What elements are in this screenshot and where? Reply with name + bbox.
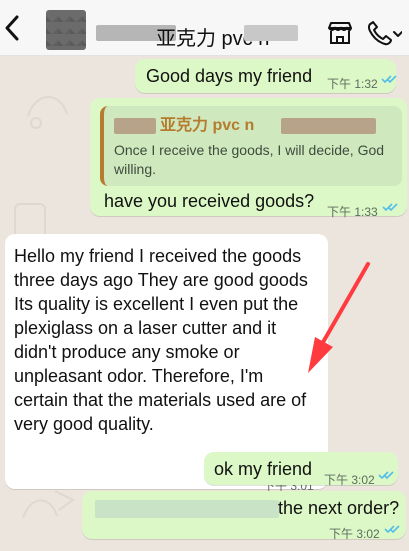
message-time: 下午 1:32 — [327, 77, 378, 91]
message-line: unpleasant odor. Therefore, I'm — [14, 366, 264, 386]
message-text: the next order? — [278, 498, 400, 518]
message-line: plexiglass on a laser cutter and it — [14, 318, 277, 338]
back-button[interactable] — [0, 10, 24, 46]
message-line: three days ago They are good goods — [14, 270, 308, 290]
shop-button[interactable] — [325, 18, 355, 48]
shop-icon — [328, 22, 352, 44]
double-check-icon — [381, 75, 397, 84]
quoted-message[interactable]: 亚克力 pvc n Once I receive the goods, I wi… — [100, 106, 402, 186]
double-check-icon — [384, 525, 400, 534]
double-check-icon — [382, 203, 398, 212]
outgoing-message[interactable]: ok my friend 下午 3:02 — [204, 452, 398, 487]
outgoing-message[interactable]: the next order? 下午 3:02 — [82, 491, 406, 541]
red-arrow-annotation-icon — [308, 262, 370, 373]
title-blur-right — [244, 25, 298, 41]
message-line: didn't produce any smoke or — [14, 342, 240, 362]
message-time: 下午 3:02 — [329, 527, 380, 541]
message-line: certain that the materials used are of — [14, 390, 307, 410]
chat-background-doodle-icon — [27, 96, 68, 129]
quoted-message-text: Once I receive the goods, I will decide,… — [114, 142, 385, 177]
chat-header: 亚克力 pvc n — [0, 0, 409, 56]
message-time: 下午 1:33 — [327, 205, 378, 219]
quote-name-blur-left — [114, 118, 156, 134]
call-button[interactable] — [364, 18, 403, 48]
message-line: Its quality is excellent I even put the — [14, 294, 299, 314]
message-line: Hello my friend I received the goods — [14, 246, 302, 266]
outgoing-message-with-quote[interactable]: 亚克力 pvc n Once I receive the goods, I wi… — [90, 98, 407, 219]
blurred-message-prefix — [95, 500, 279, 518]
message-text: ok my friend — [214, 459, 313, 479]
outgoing-message[interactable]: Good days my friend 下午 1:32 — [135, 59, 397, 93]
call-icon — [367, 21, 403, 46]
incoming-message[interactable]: Hello my friend I received the goods thr… — [5, 234, 328, 493]
contact-avatar[interactable] — [46, 10, 86, 50]
back-chevron-icon — [5, 15, 19, 41]
quote-name-blur-right — [281, 118, 376, 134]
message-line: very good quality. — [14, 414, 154, 434]
message-text: have you received goods? — [104, 191, 315, 211]
contact-name[interactable]: 亚克力 pvc n — [96, 22, 316, 50]
message-time: 下午 3:02 — [324, 473, 375, 487]
double-check-icon — [378, 471, 394, 480]
quoted-sender-name: 亚克力 pvc n — [160, 117, 255, 134]
message-text: Good days my friend — [146, 66, 313, 86]
chat-area[interactable]: Good days my friend 下午 1:32 亚克力 pvc n On… — [0, 56, 409, 551]
